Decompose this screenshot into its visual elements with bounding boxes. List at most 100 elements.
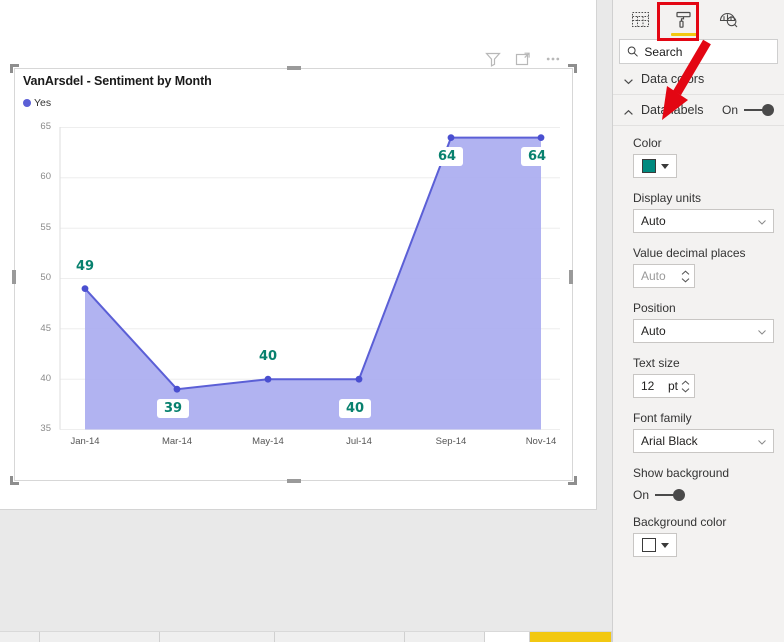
color-swatch	[641, 538, 656, 552]
property-show-background: Show background On	[613, 466, 784, 502]
stepper-arrows[interactable]	[681, 380, 690, 393]
property-label-background-color: Background color	[633, 515, 727, 529]
font-family-value: Arial Black	[641, 434, 698, 448]
caret-down-icon	[660, 542, 669, 548]
data-label-sep: 64	[431, 147, 464, 166]
data-label-may: 40	[258, 349, 278, 364]
x-axis-tick-may: May-14	[252, 436, 284, 447]
resize-handle-top-right[interactable]	[568, 64, 577, 73]
chevron-up-icon	[623, 105, 634, 116]
analytics-tab[interactable]	[713, 5, 743, 35]
data-labels-toggle-state: On	[721, 103, 738, 117]
decimal-places-stepper[interactable]: Auto	[633, 264, 695, 288]
strip-segment	[485, 632, 530, 642]
resize-handle-left-middle[interactable]	[12, 270, 16, 284]
resize-handle-right-middle[interactable]	[569, 270, 573, 284]
filter-icon[interactable]	[484, 50, 502, 68]
fields-tab[interactable]	[625, 5, 655, 35]
chevron-down-icon	[757, 436, 767, 446]
stepper-arrows[interactable]	[681, 270, 690, 283]
analytics-magnifier-icon	[719, 12, 738, 28]
toggle-knob	[762, 104, 774, 116]
section-title-data-labels: Data labels	[641, 103, 704, 117]
y-axis-tick-50: 50	[40, 272, 51, 283]
stepper-down-icon	[681, 387, 690, 392]
resize-handle-top-left[interactable]	[10, 64, 19, 73]
position-dropdown[interactable]: Auto	[633, 319, 774, 343]
x-axis-tick-jul: Jul-14	[346, 436, 372, 447]
canvas-bottom-strip	[0, 631, 612, 642]
strip-segment	[0, 632, 40, 642]
x-axis-tick-mar: Mar-14	[161, 436, 193, 447]
property-display-units: Display units Auto	[613, 191, 784, 233]
data-label-nov: 64	[521, 147, 554, 166]
toggle-switch[interactable]	[655, 489, 686, 501]
section-data-colors[interactable]: Data colors	[613, 64, 784, 95]
property-text-size: Text size 12 pt	[613, 356, 784, 398]
property-position: Position Auto	[613, 301, 784, 343]
position-value: Auto	[641, 324, 666, 338]
search-input[interactable]	[644, 44, 770, 59]
property-label-display-units: Display units	[633, 191, 702, 205]
data-label-jan: 49	[75, 259, 95, 274]
toggle-switch[interactable]	[744, 104, 774, 116]
stepper-down-icon	[681, 277, 690, 282]
property-label-position: Position	[633, 301, 676, 315]
data-label-mar: 39	[157, 399, 190, 418]
y-axis-tick-60: 60	[40, 171, 51, 182]
strip-segment	[160, 632, 275, 642]
focus-mode-icon[interactable]	[514, 50, 532, 68]
property-label-color: Color	[633, 136, 662, 150]
property-label-show-background: Show background	[633, 466, 730, 480]
strip-segment-active	[530, 632, 612, 642]
resize-handle-bottom-left[interactable]	[10, 476, 19, 485]
area-chart-visual[interactable]: VanArsdel - Sentiment by Month Yes 65 60…	[14, 68, 573, 481]
visualizations-format-pane: Data colors Data labels On Color	[612, 0, 784, 642]
show-background-state: On	[633, 488, 650, 502]
property-decimal-places: Value decimal places Auto	[613, 246, 784, 288]
x-axis-tick-jan: Jan-14	[70, 436, 100, 447]
data-labels-toggle[interactable]: On	[722, 103, 774, 117]
y-axis-tick-65: 65	[40, 121, 51, 132]
display-units-dropdown[interactable]: Auto	[633, 209, 774, 233]
y-axis-tick-40: 40	[40, 373, 51, 384]
data-label-jul: 40	[339, 399, 372, 418]
resize-handle-bottom-right[interactable]	[568, 476, 577, 485]
text-size-stepper[interactable]: 12 pt	[633, 374, 695, 398]
resize-handle-top-center[interactable]	[287, 66, 301, 70]
area-fill	[85, 137, 541, 430]
fields-grid-icon	[631, 12, 649, 27]
color-picker-button[interactable]	[633, 154, 677, 178]
chevron-down-icon	[757, 326, 767, 336]
font-family-dropdown[interactable]: Arial Black	[633, 429, 774, 453]
toggle-knob	[673, 489, 686, 501]
property-label-font-family: Font family	[633, 411, 692, 425]
section-data-labels[interactable]: Data labels On	[613, 95, 784, 126]
chart-plot-area: 65 60 55 50 45 40 35 Jan-14 Mar-14 May-1…	[15, 69, 574, 482]
y-axis-tick-35: 35	[40, 423, 51, 434]
powerbi-report-window: VanArsdel - Sentiment by Month Yes 65 60…	[0, 0, 784, 642]
y-axis-tick-55: 55	[40, 222, 51, 233]
show-background-toggle[interactable]: On	[633, 488, 774, 502]
property-font-family: Font family Arial Black	[613, 411, 784, 453]
text-size-unit: pt	[667, 379, 678, 393]
resize-handle-bottom-center[interactable]	[287, 479, 301, 483]
section-title-data-colors: Data colors	[641, 72, 705, 86]
text-size-value: 12	[641, 379, 655, 393]
x-axis-tick-nov: Nov-14	[525, 436, 557, 447]
chevron-down-icon	[623, 74, 634, 85]
format-tab[interactable]	[669, 5, 699, 36]
x-axis-tick-sep: Sep-14	[435, 436, 467, 447]
more-options-icon[interactable]	[544, 50, 562, 68]
strip-segment	[405, 632, 485, 642]
strip-segment	[275, 632, 405, 642]
property-color: Color	[613, 136, 784, 178]
search-box[interactable]	[619, 39, 778, 64]
data-labels-properties: Color Display units Auto Value decimal p…	[613, 126, 784, 557]
background-color-picker-button[interactable]	[633, 533, 677, 557]
caret-down-icon	[660, 163, 669, 169]
stepper-up-icon	[681, 380, 690, 385]
property-label-decimal-places: Value decimal places	[633, 246, 746, 260]
paint-roller-icon	[676, 11, 691, 28]
report-canvas-area: VanArsdel - Sentiment by Month Yes 65 60…	[0, 0, 612, 642]
